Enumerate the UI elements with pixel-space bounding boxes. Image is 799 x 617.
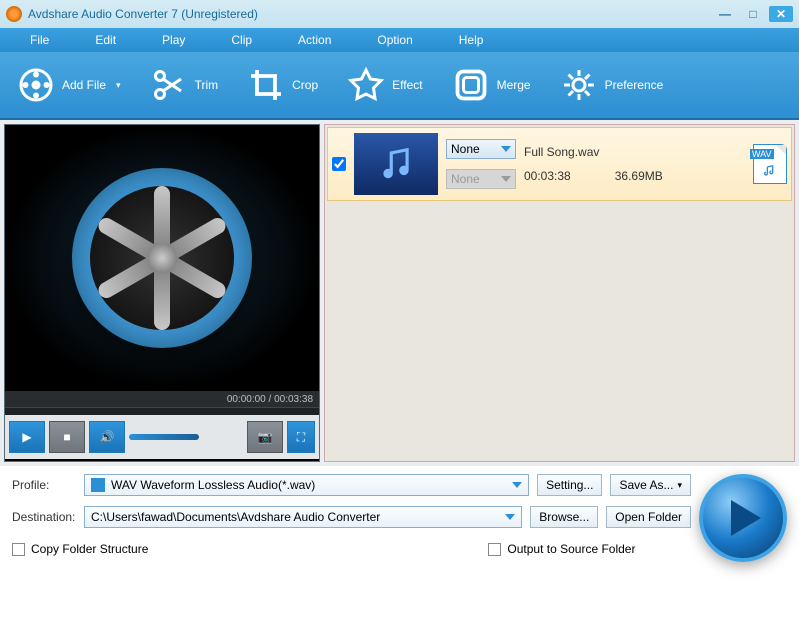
browse-button[interactable]: Browse... — [530, 506, 598, 528]
volume-button[interactable]: 🔊 — [89, 421, 125, 453]
star-icon — [348, 67, 384, 103]
preview-panel: 00:00:00 / 00:03:38 ▶ ■ 🔊 📷 ⛶ — [4, 124, 320, 462]
preference-button[interactable]: Preference — [561, 67, 664, 103]
preview-image — [5, 125, 319, 391]
menu-file[interactable]: File — [30, 33, 49, 47]
minimize-button[interactable]: — — [713, 6, 737, 22]
merge-button[interactable]: Merge — [453, 67, 531, 103]
destination-combo[interactable]: C:\Users\fawad\Documents\Avdshare Audio … — [84, 506, 522, 528]
app-icon — [6, 6, 22, 22]
save-as-button[interactable]: Save As...▾ — [610, 474, 691, 496]
reel-icon — [18, 67, 54, 103]
file-size: 36.69MB — [615, 169, 663, 183]
trim-button[interactable]: Trim — [151, 67, 219, 103]
file-name: Full Song.wav — [524, 145, 745, 159]
format-icon: WAV — [753, 144, 787, 184]
file-duration: 00:03:38 — [524, 169, 571, 183]
profile-label: Profile: — [12, 478, 76, 492]
copy-folder-checkbox[interactable]: Copy Folder Structure — [12, 542, 148, 556]
crop-button[interactable]: Crop — [248, 67, 318, 103]
destination-label: Destination: — [12, 510, 76, 524]
format-badge-icon — [91, 478, 105, 492]
menu-help[interactable]: Help — [459, 33, 484, 47]
setting-button[interactable]: Setting... — [537, 474, 602, 496]
menu-option[interactable]: Option — [377, 33, 412, 47]
merge-icon — [453, 67, 489, 103]
menu-play[interactable]: Play — [162, 33, 185, 47]
fullscreen-button[interactable]: ⛶ — [287, 421, 315, 453]
output-source-checkbox[interactable]: Output to Source Folder — [488, 542, 635, 556]
menu-edit[interactable]: Edit — [95, 33, 116, 47]
snapshot-button[interactable]: 📷 — [247, 421, 283, 453]
play-icon — [731, 500, 761, 536]
time-display: 00:00:00 / 00:03:38 — [5, 391, 319, 407]
close-button[interactable]: ✕ — [769, 6, 793, 22]
volume-slider[interactable] — [129, 434, 199, 440]
selector-2: None — [446, 169, 516, 189]
gear-icon — [561, 67, 597, 103]
profile-combo[interactable]: WAV Waveform Lossless Audio(*.wav) — [84, 474, 529, 496]
play-button[interactable]: ▶ — [9, 421, 45, 453]
menu-bar: File Edit Play Clip Action Option Help — [0, 28, 799, 52]
open-folder-button[interactable]: Open Folder — [606, 506, 691, 528]
convert-button[interactable] — [699, 474, 787, 562]
scissors-icon — [151, 67, 187, 103]
toolbar: Add File▾ Trim Crop Effect Merge Prefere… — [0, 52, 799, 118]
progress-bar[interactable] — [5, 407, 319, 415]
menu-action[interactable]: Action — [298, 33, 331, 47]
selector-1[interactable]: None — [446, 139, 516, 159]
file-list: None None Full Song.wav 00:03:38 36.69MB… — [324, 124, 795, 462]
effect-button[interactable]: Effect — [348, 67, 422, 103]
file-thumbnail — [354, 133, 438, 195]
file-checkbox[interactable] — [332, 157, 346, 171]
menu-clip[interactable]: Clip — [231, 33, 252, 47]
window-title: Avdshare Audio Converter 7 (Unregistered… — [28, 7, 258, 21]
file-item[interactable]: None None Full Song.wav 00:03:38 36.69MB… — [327, 127, 792, 201]
stop-button[interactable]: ■ — [49, 421, 85, 453]
maximize-button[interactable]: □ — [741, 6, 765, 22]
crop-icon — [248, 67, 284, 103]
add-file-button[interactable]: Add File▾ — [18, 67, 121, 103]
